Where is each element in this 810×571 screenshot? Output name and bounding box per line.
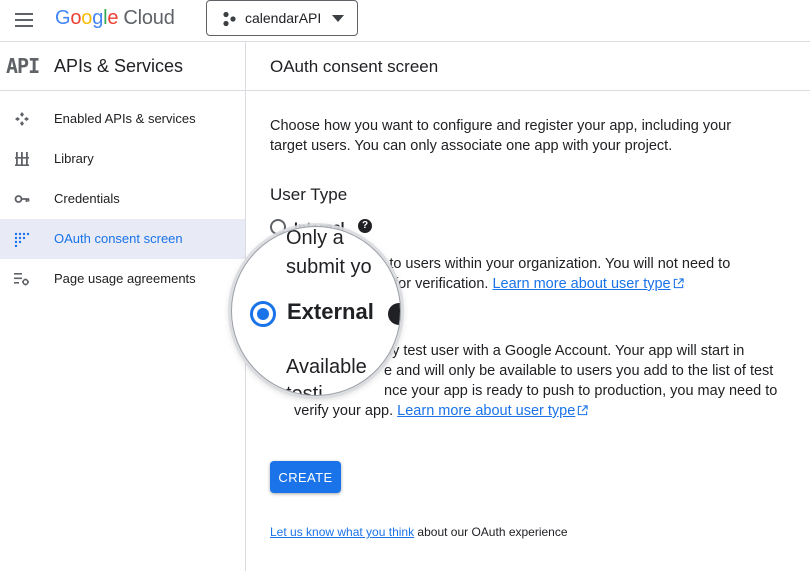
external-description-text: verify your app.	[294, 403, 394, 419]
page-title: OAuth consent screen	[270, 57, 439, 76]
intro-text: Choose how you want to configure and reg…	[270, 118, 732, 154]
help-icon[interactable]	[388, 303, 400, 325]
learn-more-link-label: Learn more about user type	[397, 403, 576, 419]
feedback-link[interactable]: Let us know what you think	[270, 525, 414, 539]
external-description-line-3: nce your app is ready to push to product…	[384, 383, 778, 399]
main-header: OAuth consent screen	[246, 42, 810, 91]
library-icon	[15, 152, 29, 166]
sidebar-header: API APIs & Services	[0, 42, 245, 91]
project-icon	[223, 11, 236, 27]
feedback-line: Let us know what you think about our OAu…	[270, 525, 568, 539]
create-button[interactable]: CREATE	[270, 461, 341, 493]
learn-more-link-label: Learn more about user type	[492, 276, 671, 292]
chevron-down-icon	[332, 15, 344, 22]
open-in-new-icon	[578, 405, 588, 416]
top-bar: Google Cloud calendarAPI	[0, 0, 810, 42]
learn-more-link-external[interactable]: Learn more about user type	[397, 403, 588, 419]
api-logo-icon: API	[6, 54, 40, 78]
hamburger-menu-icon[interactable]	[12, 10, 36, 30]
sidebar-item-label: Credentials	[54, 191, 120, 206]
apis-diamond-icon	[15, 112, 29, 126]
external-label[interactable]: External	[287, 299, 374, 325]
project-picker-button[interactable]: calendarAPI	[206, 0, 358, 36]
consent-dots-icon	[14, 232, 30, 247]
magnified-text: submit yo	[286, 256, 372, 278]
open-in-new-icon	[673, 278, 684, 289]
user-type-title: User Type	[270, 185, 348, 204]
external-radio[interactable]	[250, 301, 276, 327]
project-name: calendarAPI	[245, 10, 322, 26]
magnified-text: Only a	[286, 227, 344, 249]
feedback-text: about our OAuth experience	[414, 525, 568, 539]
sidebar-item-label: Enabled APIs & services	[54, 111, 196, 126]
learn-more-link-internal[interactable]: Learn more about user type	[492, 276, 684, 292]
sidebar-item-credentials[interactable]: Credentials	[0, 179, 245, 219]
sidebar-item-label: Page usage agreements	[54, 271, 196, 286]
magnified-text: Available	[286, 356, 367, 378]
help-icon[interactable]: ?	[358, 219, 372, 233]
sidebar-item-oauth-consent-screen[interactable]: OAuth consent screen	[0, 219, 245, 259]
sidebar-item-page-usage-agreements[interactable]: Page usage agreements	[0, 259, 245, 299]
key-icon	[14, 195, 30, 203]
sidebar-item-enabled-apis[interactable]: Enabled APIs & services	[0, 99, 245, 139]
google-cloud-logo[interactable]: Google Cloud	[55, 7, 175, 30]
magnifier-lens: Only a submit yo External Available test…	[231, 226, 401, 396]
sidebar-item-label: Library	[54, 151, 94, 166]
settings-list-icon	[14, 273, 29, 286]
magnified-text: testi	[286, 383, 323, 396]
sidebar-item-label: OAuth consent screen	[54, 231, 183, 246]
sidebar: API APIs & Services Enabled APIs & servi…	[0, 42, 246, 571]
sidebar-item-library[interactable]: Library	[0, 139, 245, 179]
sidebar-title: APIs & Services	[54, 56, 184, 76]
external-description-line-4: verify your app. Learn more about user t…	[294, 401, 784, 421]
